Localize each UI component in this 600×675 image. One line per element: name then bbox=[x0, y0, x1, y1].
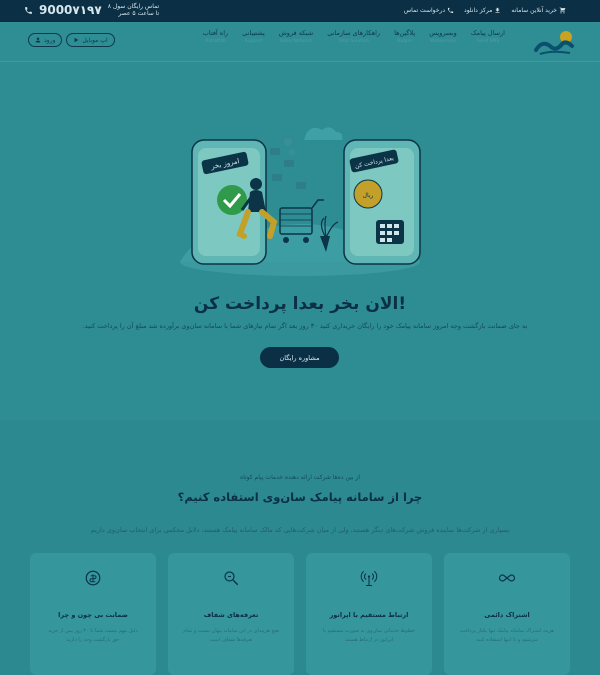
top-link-contact-request[interactable]: درخواست تماس bbox=[404, 7, 454, 14]
login-button-label: ورود bbox=[44, 36, 56, 44]
nav-item-sublabel: Total Solution bbox=[338, 39, 369, 44]
nav-item-label: شبکه فروش bbox=[278, 29, 314, 37]
nav-item-label: وبسرویس bbox=[429, 29, 457, 37]
hero-title: الان بخر بعدا پرداخت کن! bbox=[193, 294, 407, 314]
login-button[interactable]: ورود bbox=[28, 33, 63, 47]
feature-card-title: اشتراک دائمی bbox=[484, 611, 530, 619]
free-consultation-button[interactable]: مشاوره رایگان bbox=[260, 347, 339, 368]
antenna-icon bbox=[360, 570, 378, 587]
nav-item-sublabel: Send SMS bbox=[476, 39, 500, 44]
feature-card-title: ارتباط مستقیم با اپراتور bbox=[329, 611, 409, 619]
top-bar: 9000۷۱۹۷ تماس رایگان سول ۸ تا ساعت ۵ عصر… bbox=[0, 0, 600, 22]
top-link-label: خرید آنلاین سامانه bbox=[511, 7, 557, 14]
feature-card-text: هزینه اشتراک سامانه پیامک تنها یکبار پرد… bbox=[460, 628, 554, 643]
why-kicker: از بین ده‌ها شرکت ارائه دهنده خدمات پیام… bbox=[240, 474, 360, 481]
nav-item-webservice[interactable]: وبسرویس Webservice bbox=[429, 29, 457, 44]
nav-item-label: ارسال پیامک bbox=[470, 29, 505, 37]
mobile-app-button-label: اپ موبایل bbox=[82, 36, 108, 44]
phone-icon bbox=[447, 7, 454, 14]
feature-card-title: ضمانت بی چون و چرا bbox=[58, 611, 128, 619]
play-icon bbox=[74, 37, 79, 43]
feature-card-text: خطوط خدماتی سان‌وی به صورت مستقیم با اپر… bbox=[322, 628, 416, 643]
top-link-buy-online[interactable]: خرید آنلاین سامانه bbox=[511, 7, 566, 14]
nav-item-plugins[interactable]: پلاگین‌ها Plugins bbox=[394, 29, 415, 44]
nav-item-rahaftab[interactable]: راه آفتاب Rahaftab bbox=[203, 29, 228, 44]
nav-item-sublabel: Plugins bbox=[396, 39, 413, 44]
top-link-label: مرکز دانلود bbox=[464, 7, 493, 14]
nav-item-sublabel: Rahaftab bbox=[205, 39, 226, 44]
nav-item-sales-network[interactable]: شبکه فروش Sales Network bbox=[279, 29, 313, 44]
nav-actions: ورود اپ موبایل bbox=[28, 33, 115, 47]
magnifier-icon bbox=[224, 571, 239, 586]
support-hours-line1: تماس رایگان سول ۸ bbox=[107, 3, 160, 10]
support-hours: تماس رایگان سول ۸ تا ساعت ۵ عصر bbox=[108, 3, 160, 17]
nav-item-label: پلاگین‌ها bbox=[394, 29, 416, 37]
mobile-app-button[interactable]: اپ موبایل bbox=[66, 33, 115, 47]
nav-item-send-sms[interactable]: ارسال پیامک Send SMS bbox=[471, 29, 505, 44]
top-links: خرید آنلاین سامانه مرکز دانلود درخواست ت… bbox=[404, 7, 566, 14]
money-back-icon bbox=[85, 570, 101, 586]
nav-item-label: راهکارهای سازمانی bbox=[327, 29, 381, 37]
nav-item-label: پشتیبانی bbox=[242, 29, 265, 37]
feature-card-text: دلیل مهم نیست شما تا ۳۰ روز پس از خرید ح… bbox=[48, 628, 138, 643]
feature-card-transparent-pricing: تعرفه‌های شفاف هیچ هزینه‌ای در این سامان… bbox=[168, 553, 294, 675]
nav-item-label: راه آفتاب bbox=[202, 29, 229, 37]
feature-card-permanent-subscription: اشتراک دائمی هزینه اشتراک سامانه پیامک ت… bbox=[444, 553, 570, 675]
main-navbar: ارسال پیامک Send SMS وبسرویس Webservice … bbox=[0, 22, 600, 62]
feature-card-title: تعرفه‌های شفاف bbox=[203, 611, 259, 619]
contact-block: 9000۷۱۹۷ تماس رایگان سول ۸ تا ساعت ۵ عصر bbox=[24, 3, 159, 17]
nav-item-total-solution[interactable]: راهکارهای سازمانی Total Solution bbox=[327, 29, 380, 44]
top-link-download-center[interactable]: مرکز دانلود bbox=[464, 7, 501, 14]
support-phone-number[interactable]: 9000۷۱۹۷ bbox=[39, 3, 102, 17]
nav-item-sublabel: Support bbox=[244, 39, 263, 44]
nav-item-sublabel: Webservice bbox=[430, 39, 456, 44]
phone-icon bbox=[25, 6, 32, 14]
hero-description: به جای ضمانت بازگشت وجه امروز سامانه پیا… bbox=[82, 322, 528, 330]
download-icon bbox=[495, 7, 500, 13]
infinity-icon bbox=[498, 574, 516, 582]
feature-card-direct-operator: ارتباط مستقیم با اپراتور خطوط خدماتی سان… bbox=[306, 553, 432, 675]
cart-icon bbox=[559, 7, 566, 14]
feature-card-text: هیچ هزینه‌ای در این سامانه پنهان نیست و … bbox=[183, 628, 279, 643]
feature-cards: اشتراک دائمی هزینه اشتراک سامانه پیامک ت… bbox=[30, 553, 570, 675]
hero-illustration: امروز بخر بعدا پرداخت کن ریال bbox=[180, 127, 421, 276]
nav-item-support[interactable]: پشتیبانی Support bbox=[242, 29, 265, 44]
nav-item-sublabel: Sales Network bbox=[279, 39, 313, 44]
user-icon bbox=[35, 37, 41, 43]
why-title: چرا از سامانه پیامک سان‌وی استفاده کنیم؟ bbox=[177, 490, 423, 504]
coin-label: ریال bbox=[363, 192, 374, 199]
support-hours-line2: تا ساعت ۵ عصر bbox=[118, 10, 160, 17]
feature-card-money-back: ضمانت بی چون و چرا دلیل مهم نیست شما تا … bbox=[30, 553, 156, 675]
top-link-label: درخواست تماس bbox=[403, 7, 446, 14]
sunway-logo[interactable] bbox=[532, 30, 576, 56]
why-description: بسیاری از شرکت‌ها نماینده فروش شرکت‌های … bbox=[90, 526, 510, 534]
main-menu: ارسال پیامک Send SMS وبسرویس Webservice … bbox=[203, 29, 505, 44]
